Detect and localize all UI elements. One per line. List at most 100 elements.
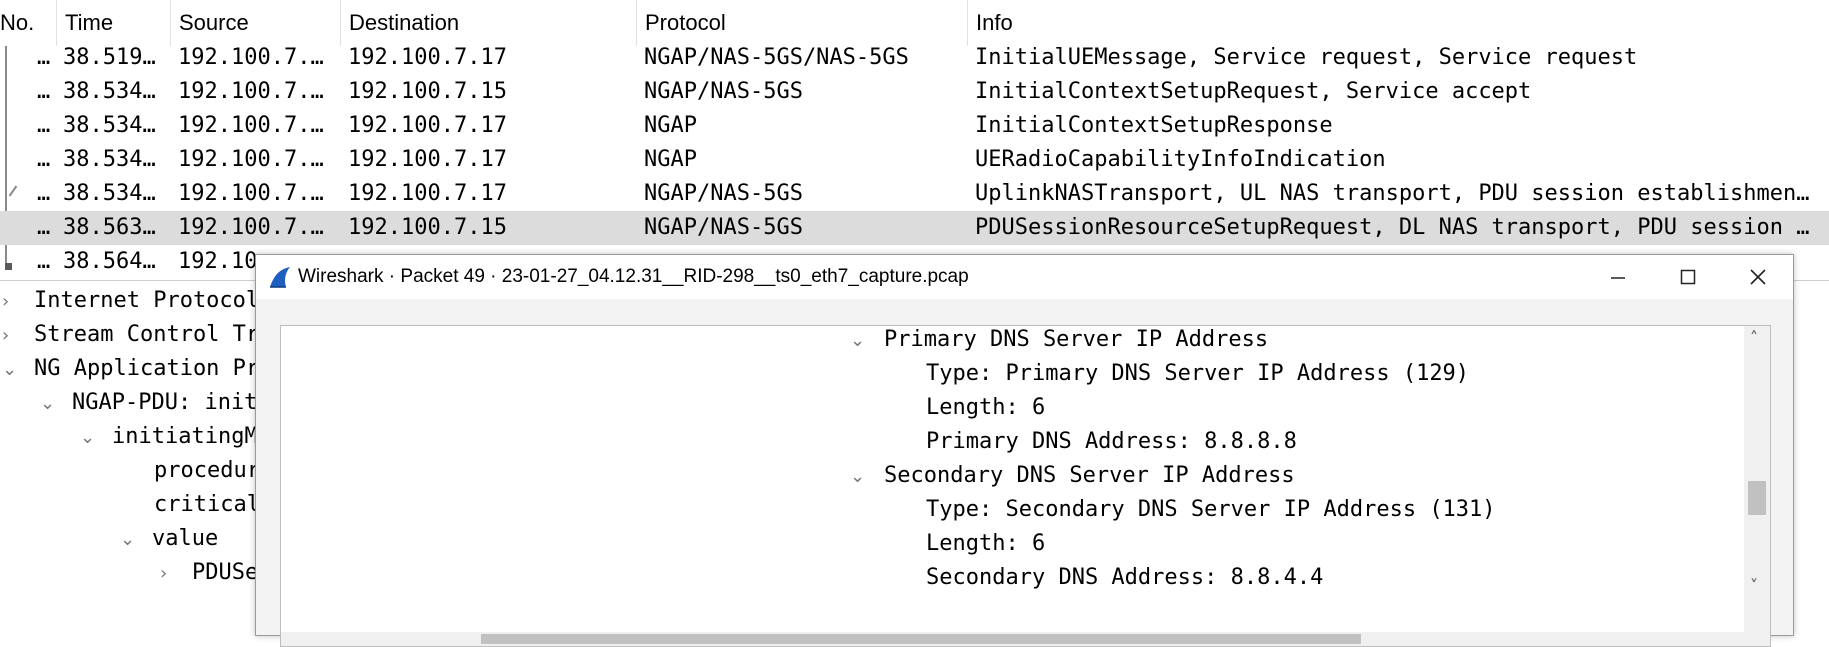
tree-item-criticality[interactable]: critical: [154, 488, 260, 522]
packet-time: 38.534…: [63, 113, 156, 138]
tree-item-primary-dns-type[interactable]: Type: Primary DNS Server IP Address (129…: [926, 357, 1469, 391]
tree-item-label: NG Application Pr: [34, 356, 260, 381]
vertical-scroll-thumb[interactable]: [1748, 481, 1766, 515]
packet-no: …: [37, 181, 51, 206]
packet-info: PDUSessionResourceSetupRequest, DL NAS t…: [975, 215, 1810, 240]
chevron-down-icon[interactable]: ⌄: [2, 353, 20, 387]
chevron-right-icon[interactable]: ›: [160, 557, 178, 591]
window-titlebar[interactable]: Wireshark · Packet 49 · 23-01-27_04.12.3…: [256, 255, 1793, 299]
packet-no: …: [37, 45, 51, 70]
tree-item-secondary-dns-type[interactable]: Type: Secondary DNS Server IP Address (1…: [926, 493, 1496, 527]
chevron-down-icon[interactable]: ⌄: [850, 326, 868, 358]
packet-destination: 192.100.7.17: [348, 181, 507, 206]
maximize-button[interactable]: [1653, 255, 1723, 299]
packet-source: 192.100.7.…: [178, 45, 324, 70]
tree-item-value[interactable]: ⌄ value: [120, 522, 218, 556]
wireshark-fin-icon: [270, 267, 290, 288]
packet-time: 38.534…: [63, 147, 156, 172]
packet-protocol: NGAP/NAS-5GS/NAS-5GS: [644, 45, 909, 70]
scroll-down-icon[interactable]: ˅: [1750, 576, 1758, 595]
packet-popup-window: Wireshark · Packet 49 · 23-01-27_04.12.3…: [255, 254, 1794, 647]
horizontal-scrollbar[interactable]: [281, 632, 1744, 646]
packet-row-selected[interactable]: … 38.563… 192.100.7.… 192.100.7.15 NGAP/…: [0, 211, 1829, 245]
packet-detail-pane[interactable]: ⌄ Primary DNS Server IP Address Type: Pri…: [280, 325, 1771, 647]
tree-item-internet-protocol[interactable]: › Internet Protocol: [0, 284, 259, 318]
tree-item-ngap-pdu[interactable]: ⌄ NGAP-PDU: init: [40, 386, 257, 420]
packet-no: …: [37, 147, 51, 172]
tree-item-pdu-session[interactable]: › PDUSe: [160, 556, 258, 590]
packet-info: UplinkNASTransport, UL NAS transport, PD…: [975, 181, 1810, 206]
packet-time: 38.564…: [63, 249, 156, 272]
tree-item-secondary-dns-address[interactable]: Secondary DNS Address: 8.8.4.4: [926, 561, 1323, 595]
packet-source: 192.100.7.…: [178, 113, 324, 138]
close-button[interactable]: [1723, 255, 1793, 299]
tree-item-label: Stream Control Tr: [34, 322, 260, 347]
column-header-info[interactable]: Info: [968, 0, 1829, 46]
packet-source: 192.10: [178, 249, 258, 272]
packet-destination: 192.100.7.17: [348, 45, 507, 70]
tree-item-label: Primary DNS Server IP Address: [884, 327, 1269, 352]
column-header-no[interactable]: No.: [0, 0, 57, 46]
packet-destination: 192.100.7.15: [348, 215, 507, 240]
packet-info: InitialContextSetupRequest, Service acce…: [975, 79, 1532, 104]
tree-item-label: NGAP-PDU: init: [72, 390, 258, 415]
column-header-time[interactable]: Time: [57, 0, 171, 46]
chevron-down-icon[interactable]: ⌄: [80, 421, 98, 455]
packet-row[interactable]: … 38.534… 192.100.7.… 192.100.7.15 NGAP/…: [0, 75, 1829, 109]
tree-item-label: initiatingM: [112, 424, 258, 449]
window-title: Wireshark · Packet 49 · 23-01-27_04.12.3…: [298, 266, 969, 287]
packet-protocol: NGAP/NAS-5GS: [644, 181, 803, 206]
packet-list-header: No. Time Source Destination Protocol Inf…: [0, 0, 1829, 46]
chevron-down-icon[interactable]: ⌄: [850, 460, 868, 494]
tree-item-initiating-message[interactable]: ⌄ initiatingM: [80, 420, 258, 454]
close-icon: [1750, 269, 1766, 285]
packet-destination: 192.100.7.17: [348, 113, 507, 138]
maximize-icon: [1680, 269, 1696, 285]
column-header-source[interactable]: Source: [171, 0, 341, 46]
packet-source: 192.100.7.…: [178, 147, 324, 172]
packet-list: No. Time Source Destination Protocol Inf…: [0, 0, 1829, 272]
chevron-down-icon[interactable]: ⌄: [40, 387, 58, 421]
packet-row[interactable]: … 38.534… 192.100.7.… 192.100.7.17 NGAP …: [0, 109, 1829, 143]
column-header-destination[interactable]: Destination: [341, 0, 637, 46]
tree-item-label: value: [152, 526, 219, 551]
horizontal-scroll-thumb[interactable]: [481, 634, 1361, 644]
column-header-protocol[interactable]: Protocol: [637, 0, 968, 46]
tree-item-label: PDUSe: [192, 560, 259, 585]
packet-info: UERadioCapabilityInfoIndication: [975, 147, 1386, 172]
packet-time: 38.534…: [63, 79, 156, 104]
tree-item-procedure-code[interactable]: procedur: [154, 454, 260, 488]
chevron-right-icon[interactable]: ›: [2, 319, 20, 353]
scroll-up-icon[interactable]: ˄: [1750, 328, 1758, 347]
tree-item-secondary-dns[interactable]: ⌄ Secondary DNS Server IP Address: [850, 459, 1295, 493]
packet-protocol: NGAP/NAS-5GS: [644, 79, 803, 104]
packet-destination: 192.100.7.15: [348, 79, 507, 104]
packet-no: …: [37, 79, 51, 104]
chevron-down-icon[interactable]: ⌄: [120, 523, 138, 557]
packet-no: …: [37, 215, 51, 240]
packet-time: 38.563…: [63, 215, 156, 240]
tree-item-primary-dns-address[interactable]: Primary DNS Address: 8.8.8.8: [926, 425, 1297, 459]
vertical-scrollbar[interactable]: ˄ ˅: [1744, 326, 1770, 646]
tree-item-ngap[interactable]: ⌄ NG Application Pr: [0, 352, 259, 386]
tree-item-primary-dns-length[interactable]: Length: 6: [926, 391, 1045, 425]
packet-source: 192.100.7.…: [178, 215, 324, 240]
packet-no: …: [37, 113, 51, 138]
packet-info: InitialUEMessage, Service request, Servi…: [975, 45, 1638, 70]
packet-time: 38.519…: [63, 45, 156, 70]
chevron-right-icon[interactable]: ›: [2, 285, 20, 319]
packet-destination: 192.100.7.17: [348, 147, 507, 172]
tree-item-secondary-dns-length[interactable]: Length: 6: [926, 527, 1045, 561]
packet-row[interactable]: … 38.534… 192.100.7.… 192.100.7.17 NGAP/…: [0, 177, 1829, 211]
tree-item-sctp[interactable]: › Stream Control Tr: [0, 318, 259, 352]
packet-source: 192.100.7.…: [178, 79, 324, 104]
packet-source: 192.100.7.…: [178, 181, 324, 206]
packet-info: InitialContextSetupResponse: [975, 113, 1333, 138]
packet-row[interactable]: … 38.519… 192.100.7.… 192.100.7.17 NGAP/…: [0, 41, 1829, 75]
tree-item-primary-dns[interactable]: ⌄ Primary DNS Server IP Address: [850, 326, 1269, 358]
packet-row[interactable]: … 38.534… 192.100.7.… 192.100.7.17 NGAP …: [0, 143, 1829, 177]
packet-time: 38.534…: [63, 181, 156, 206]
minimize-button[interactable]: [1583, 255, 1653, 299]
packet-protocol: NGAP/NAS-5GS: [644, 215, 803, 240]
packet-no: …: [37, 249, 51, 272]
